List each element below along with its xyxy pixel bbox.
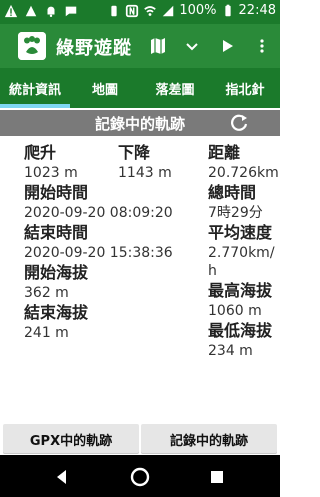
app-logo (18, 32, 46, 60)
stat-value: 2020-09-20 08:09:20 (24, 205, 173, 221)
play-icon (223, 40, 233, 52)
stat-value: 234 m (208, 343, 253, 359)
paw-icon (18, 32, 46, 60)
track-source-buttons: GPX中的軌跡 記錄中的軌跡 (0, 424, 280, 454)
stat-value: 1060 m (208, 303, 262, 319)
tab-compass[interactable]: 指北針 (210, 68, 280, 108)
stat-value: 20.726km (208, 165, 279, 181)
section-header: 記錄中的軌跡 (0, 110, 280, 136)
battery-icon (224, 4, 231, 16)
warning-icon (4, 4, 18, 18)
more-vert-icon (260, 39, 264, 53)
stat-label: 結束海拔 (24, 303, 89, 322)
stat-label: 最低海拔 (208, 321, 273, 340)
stat-label: 最高海拔 (208, 281, 273, 300)
map-button[interactable] (146, 34, 170, 58)
cell-signal-icon (163, 5, 174, 16)
back-icon[interactable] (50, 465, 74, 489)
play-button[interactable] (215, 34, 239, 58)
stat-value: 2020-09-20 15:38:36 (24, 245, 173, 261)
status-bar: 100% 22:48 (0, 0, 280, 24)
signal-icon (25, 5, 37, 17)
map-icon (151, 38, 165, 54)
notifications-icon (47, 6, 55, 18)
nfc-icon (126, 4, 139, 17)
stat-label: 總時間 (208, 183, 257, 202)
stat-label: 開始海拔 (24, 263, 89, 282)
stat-value: 1143 m (118, 165, 172, 181)
stat-label: 下降 (118, 143, 151, 162)
refresh-button[interactable] (228, 112, 250, 134)
stats-column-3: 距離 20.726km 總時間 7時29分 平均速度 2.770km/h 最高海… (208, 142, 280, 360)
stat-label: 開始時間 (24, 183, 89, 202)
app-title: 綠野遊蹤 (56, 38, 132, 59)
app-bar: 綠野遊蹤 (0, 24, 280, 68)
stat-value: 7時29分 (208, 205, 263, 221)
overflow-menu-button[interactable] (250, 34, 274, 58)
refresh-icon (231, 114, 248, 131)
stat-value: 2.770km/h (208, 245, 275, 279)
stat-label: 爬升 (24, 143, 57, 162)
tab-elevation[interactable]: 落差圖 (140, 68, 210, 108)
recents-icon[interactable] (205, 465, 229, 489)
dropdown-button[interactable] (180, 34, 204, 58)
chevron-down-icon (186, 43, 198, 51)
stat-value: 241 m (24, 325, 69, 341)
system-nav-bar (0, 455, 280, 497)
stats-column-1: 爬升 1023 m 開始時間 2020-09-20 08:09:20 結束時間 … (24, 142, 173, 342)
recording-track-button[interactable]: 記錄中的軌跡 (141, 424, 277, 454)
stat-value: 362 m (24, 285, 69, 301)
tab-statistics[interactable]: 統計資訊 (0, 68, 70, 108)
stat-label: 距離 (208, 143, 241, 162)
status-left (4, 4, 78, 18)
gpx-track-button[interactable]: GPX中的軌跡 (3, 424, 139, 454)
home-icon[interactable] (128, 465, 152, 489)
message-icon (65, 6, 77, 17)
stat-label: 結束時間 (24, 223, 89, 242)
battery-percent: 100% (179, 3, 217, 18)
stats-column-2: 下降 1143 m (118, 142, 204, 182)
vibrate-icon (111, 5, 117, 16)
wifi-icon (144, 5, 157, 16)
stats-panel: 爬升 1023 m 開始時間 2020-09-20 08:09:20 結束時間 … (0, 142, 280, 422)
stat-value: 1023 m (24, 165, 78, 181)
section-title: 記錄中的軌跡 (94, 114, 185, 133)
stat-label: 平均速度 (208, 223, 273, 242)
tab-map[interactable]: 地圖 (70, 68, 140, 108)
clock-time: 22:48 (238, 3, 276, 18)
tab-bar: 統計資訊 地圖 落差圖 指北針 (0, 68, 280, 108)
status-right: 100% 22:48 (107, 3, 276, 18)
